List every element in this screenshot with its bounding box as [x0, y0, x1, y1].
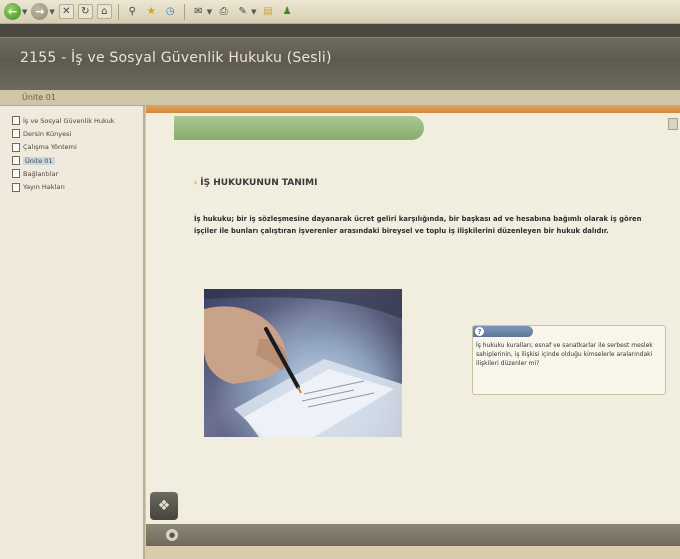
question-callout: ? İş hukuku kuralları; esnaf ve sanatkar…	[472, 325, 666, 395]
mail-icon[interactable]: ✉	[191, 4, 206, 19]
ribbon-tab[interactable]	[259, 125, 261, 132]
browser-toolbar: ← ▼ → ▼ ✕ ↻ ⌂ ⚲ ★ ◷ ✉ ▼ ⎙ ✎ ▼ ▤ ♟	[0, 0, 680, 24]
puzzle-icon[interactable]: ❖	[150, 492, 178, 520]
bottom-strip	[146, 546, 680, 559]
ribbon-tab[interactable]	[229, 125, 231, 132]
stop-icon[interactable]: ✕	[58, 4, 74, 19]
callout-header-label	[487, 329, 489, 335]
toolbar-separator	[183, 3, 185, 20]
forward-dropdown-icon[interactable]: ▼	[49, 8, 54, 16]
folder-icon[interactable]: ▤	[261, 4, 276, 19]
document-icon	[12, 142, 20, 152]
definition-term: İş hukuku;	[194, 215, 235, 223]
signing-document-photo	[204, 289, 402, 437]
document-icon	[12, 129, 20, 139]
forward-icon[interactable]: →	[31, 3, 49, 20]
title-arrow-icon: ›	[194, 178, 198, 187]
toolbar-separator	[117, 3, 119, 20]
page-title-text: İŞ HUKUKUNUN TANIMI	[200, 178, 318, 188]
page-title: › İŞ HUKUKUNUN TANIMI	[194, 178, 317, 188]
definition-text: bir iş sözleşmesine dayanarak ücret geli…	[194, 215, 642, 235]
sidebar-item-calisma-yontemi[interactable]: Çalışma Yöntemi	[12, 141, 143, 154]
sound-icon[interactable]: ●	[166, 529, 178, 541]
print-icon[interactable]: ⎙	[216, 4, 231, 19]
edit-icon[interactable]: ✎	[235, 4, 250, 19]
sidebar-item-unite-01[interactable]: Ünite 01	[12, 154, 143, 167]
bottom-bar: ●	[146, 524, 680, 546]
home-icon[interactable]: ⌂	[96, 4, 112, 19]
ribbon-tab[interactable]	[289, 125, 291, 132]
sidebar-item-dersin-kunyesi[interactable]: Dersin Künyesi	[12, 127, 143, 140]
content-frame: › İŞ HUKUKUNUN TANIMI İş hukuku; bir iş s…	[146, 106, 680, 559]
header-topline	[0, 24, 680, 38]
sidebar-item-label: Ünite 01	[23, 156, 55, 165]
accent-line	[146, 106, 680, 113]
document-icon	[12, 169, 20, 179]
app-header: 2155 - İş ve Sosyal Güvenlik Hukuku (Ses…	[0, 24, 680, 90]
breadcrumb: Ünite 01	[0, 90, 680, 106]
document-icon	[12, 182, 20, 192]
callout-text: İş hukuku kuralları; esnaf ve sanatkarla…	[476, 342, 653, 367]
messenger-icon[interactable]: ♟	[280, 4, 295, 19]
favorites-icon[interactable]: ★	[144, 4, 159, 19]
sidebar: İş ve Sosyal Güvenlik Hukuk Dersin Künye…	[0, 106, 145, 559]
photo-illustration	[204, 289, 402, 437]
back-dropdown-icon[interactable]: ▼	[22, 8, 27, 16]
history-icon[interactable]: ◷	[163, 4, 178, 19]
callout-header: ?	[473, 326, 533, 337]
search-icon[interactable]: ⚲	[125, 4, 140, 19]
sidebar-item-label: Dersin Künyesi	[23, 129, 72, 138]
sidebar-item-course[interactable]: İş ve Sosyal Güvenlik Hukuk	[12, 114, 143, 127]
refresh-icon[interactable]: ↻	[77, 4, 93, 19]
back-icon[interactable]: ←	[4, 3, 21, 20]
sidebar-item-label: Çalışma Yöntemi	[23, 143, 77, 152]
sidebar-item-label: Yayın Hakları	[23, 183, 65, 192]
course-title: 2155 - İş ve Sosyal Güvenlik Hukuku (Ses…	[20, 50, 332, 66]
sidebar-item-label: İş ve Sosyal Güvenlik Hukuk	[23, 116, 115, 125]
sidebar-item-label: Bağlantılar	[23, 169, 59, 178]
document-icon	[12, 116, 20, 126]
definition-paragraph: İş hukuku; bir iş sözleşmesine dayanarak…	[194, 214, 662, 237]
edit-dropdown-icon[interactable]: ▼	[251, 8, 256, 16]
breadcrumb-current[interactable]: Ünite 01	[22, 93, 56, 102]
mail-dropdown-icon[interactable]: ▼	[207, 8, 212, 16]
document-icon	[12, 156, 20, 166]
question-icon: ?	[475, 327, 484, 336]
content-tab-ribbon	[174, 116, 424, 140]
sidebar-item-yayin-haklari[interactable]: Yayın Hakları	[12, 180, 143, 193]
sidebar-item-baglantilar[interactable]: Bağlantılar	[12, 167, 143, 180]
scroll-up-button[interactable]	[668, 118, 678, 130]
